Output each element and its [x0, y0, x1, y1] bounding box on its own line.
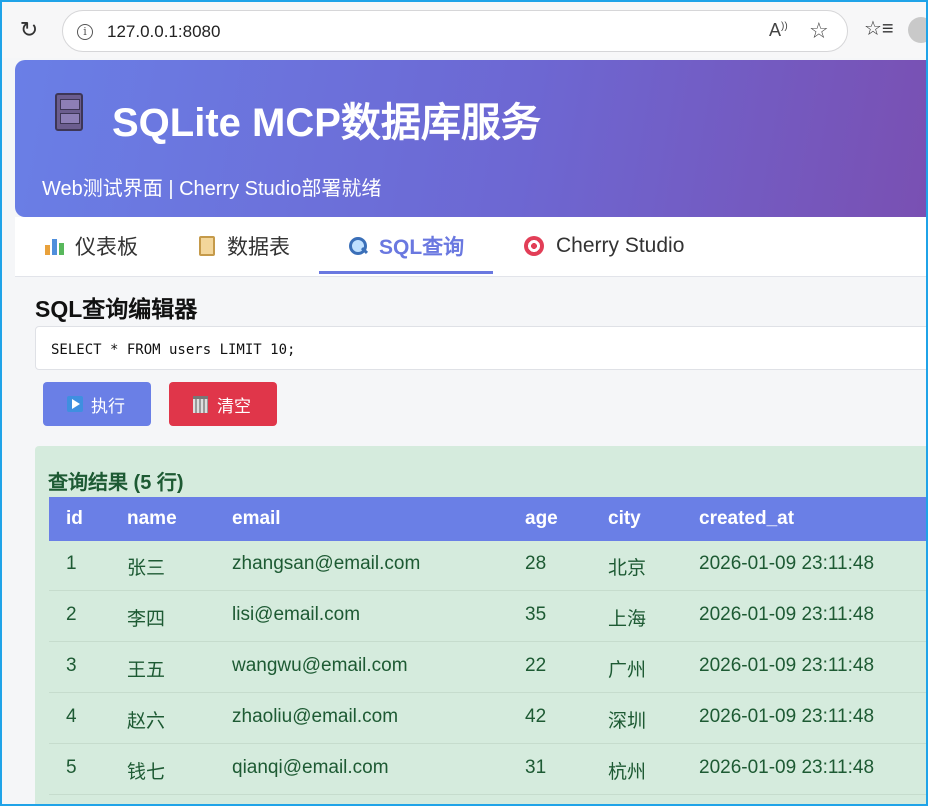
table-row: 5 钱七 qianqi@email.com 31 杭州 2026-01-09 2… [49, 745, 926, 795]
site-info-icon[interactable]: i [77, 24, 93, 40]
cell-name: 赵六 [127, 711, 166, 732]
cell-id: 5 [66, 757, 77, 778]
tab-label: 仪表板 [75, 236, 138, 259]
cell-id: 1 [66, 553, 77, 574]
cell-city: 深圳 [608, 711, 647, 732]
query-results: 查询结果 (5 行) id name email age city create… [35, 446, 926, 804]
execute-label: 执行 [91, 396, 125, 416]
cell-age: 31 [525, 757, 547, 778]
play-icon [67, 396, 83, 412]
active-tab-indicator [319, 271, 493, 274]
cell-created-at: 2026-01-09 23:11:48 [699, 706, 875, 727]
cell-name: 李四 [127, 609, 166, 630]
execute-button[interactable]: 执行 [43, 382, 151, 426]
app-window: ↻ i 127.0.0.1:8080 A)) ☆ ☆≡ SQLite MCP数据… [0, 0, 928, 806]
clear-button[interactable]: 清空 [169, 382, 277, 426]
column-header: city [608, 508, 641, 529]
table-row: 4 赵六 zhaoliu@email.com 42 深圳 2026-01-09 … [49, 694, 926, 744]
trash-icon [193, 395, 208, 413]
magnifier-icon [349, 237, 367, 255]
cell-city: 上海 [608, 609, 647, 630]
url-text[interactable]: 127.0.0.1:8080 [107, 22, 220, 42]
cell-id: 3 [66, 655, 77, 676]
cell-name: 钱七 [127, 762, 166, 783]
profile-avatar[interactable] [908, 17, 926, 43]
cell-id: 4 [66, 706, 77, 727]
column-header: id [66, 508, 83, 529]
tab-label: 数据表 [227, 236, 290, 259]
tab-dashboard[interactable]: 仪表板 [45, 217, 138, 275]
table-row: 1 张三 zhangsan@email.com 28 北京 2026-01-09… [49, 541, 926, 591]
clear-label: 清空 [217, 396, 251, 416]
cell-email: lisi@email.com [232, 604, 361, 625]
cell-age: 35 [525, 604, 547, 625]
tab-label: SQL查询 [379, 236, 465, 259]
table-header: id name email age city created_at [49, 497, 926, 541]
column-header: created_at [699, 508, 795, 529]
page-header: SQLite MCP数据库服务 Web测试界面 | Cherry Studio部… [15, 60, 926, 217]
tab-cherry-studio[interactable]: Cherry Studio [524, 217, 684, 275]
cell-age: 28 [525, 553, 547, 574]
column-header: name [127, 508, 177, 529]
results-title: 查询结果 (5 行) [48, 472, 184, 494]
favorites-icon[interactable]: ☆≡ [864, 16, 894, 41]
browser-toolbar: ↻ i 127.0.0.1:8080 A)) ☆ ☆≡ [2, 2, 926, 58]
cell-email: zhaoliu@email.com [232, 706, 399, 727]
page-subtitle: Web测试界面 | Cherry Studio部署就绪 [42, 178, 382, 200]
cell-name: 张三 [127, 558, 166, 579]
table-row: 3 王五 wangwu@email.com 22 广州 2026-01-09 2… [49, 643, 926, 693]
sql-query-input[interactable]: SELECT * FROM users LIMIT 10; [35, 326, 926, 370]
cell-age: 42 [525, 706, 547, 727]
cell-email: wangwu@email.com [232, 655, 408, 676]
reload-icon[interactable]: ↻ [16, 17, 42, 43]
clipboard-icon [199, 236, 215, 256]
cell-city: 广州 [608, 660, 647, 681]
sql-query-panel: SQL查询编辑器 SELECT * FROM users LIMIT 10; 执… [15, 278, 926, 804]
page-title: SQLite MCP数据库服务 [112, 101, 541, 145]
tab-label: Cherry Studio [556, 234, 685, 257]
cell-email: zhangsan@email.com [232, 553, 421, 574]
cell-age: 22 [525, 655, 547, 676]
bar-chart-icon [45, 237, 65, 255]
address-bar[interactable]: i 127.0.0.1:8080 A)) ☆ [62, 10, 848, 52]
target-icon [524, 236, 544, 256]
cell-city: 杭州 [608, 762, 647, 783]
read-aloud-icon[interactable]: A)) [769, 20, 788, 41]
file-cabinet-icon [55, 93, 83, 131]
favorite-star-icon[interactable]: ☆ [809, 18, 829, 44]
cell-created-at: 2026-01-09 23:11:48 [699, 604, 875, 625]
cell-email: qianqi@email.com [232, 757, 389, 778]
cell-name: 王五 [127, 660, 166, 681]
column-header: age [525, 508, 558, 529]
section-title: SQL查询编辑器 [35, 296, 198, 322]
cell-created-at: 2026-01-09 23:11:48 [699, 553, 875, 574]
table-row: 2 李四 lisi@email.com 35 上海 2026-01-09 23:… [49, 592, 926, 642]
tab-tables[interactable]: 数据表 [199, 217, 290, 275]
cell-created-at: 2026-01-09 23:11:48 [699, 757, 875, 778]
cell-city: 北京 [608, 558, 647, 579]
column-header: email [232, 508, 281, 529]
tab-bar: 仪表板 数据表 SQL查询 Cherry Studio [15, 217, 926, 277]
cell-id: 2 [66, 604, 77, 625]
tab-sql-query[interactable]: SQL查询 [349, 217, 464, 275]
cell-created-at: 2026-01-09 23:11:48 [699, 655, 875, 676]
